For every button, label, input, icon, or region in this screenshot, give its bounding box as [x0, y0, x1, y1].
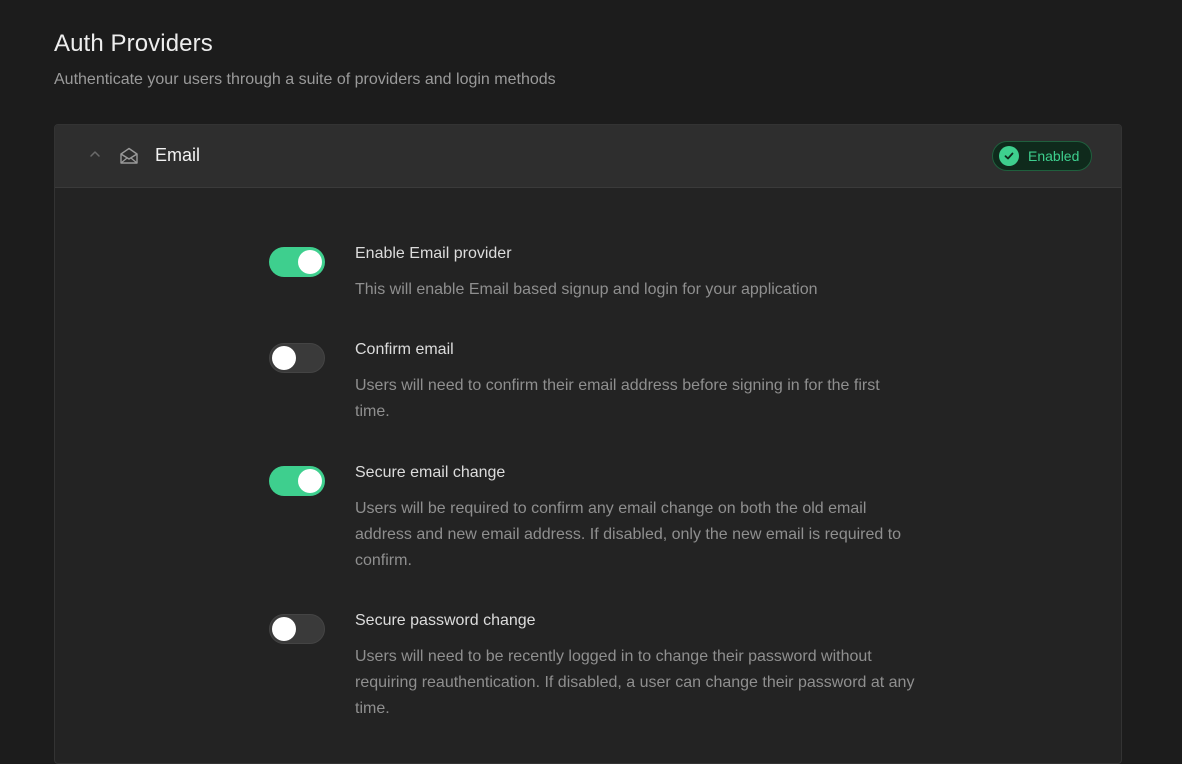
toggle-knob	[272, 617, 296, 641]
setting-description: Users will need to be recently logged in…	[355, 648, 915, 717]
status-badge: Enabled	[992, 141, 1093, 171]
mail-icon	[120, 147, 138, 164]
provider-name: Email	[155, 145, 201, 165]
enable-email-provider-toggle[interactable]	[269, 247, 325, 277]
setting-label: Enable Email provider	[355, 245, 512, 262]
toggle-knob	[272, 346, 296, 370]
setting-description: This will enable Email based signup and …	[355, 281, 818, 298]
secure-email-change-toggle[interactable]	[269, 466, 325, 496]
setting-description: Users will be required to confirm any em…	[355, 500, 902, 569]
chevron-up-icon[interactable]	[88, 147, 102, 161]
page-title: Auth Providers	[54, 30, 213, 57]
toggle-knob	[298, 469, 322, 493]
setting-description: Users will need to confirm their email a…	[355, 377, 880, 420]
check-circle-icon	[999, 146, 1019, 166]
secure-password-change-toggle[interactable]	[269, 614, 325, 644]
confirm-email-toggle[interactable]	[269, 343, 325, 373]
setting-label: Secure password change	[355, 612, 536, 629]
toggle-knob	[298, 250, 322, 274]
setting-label: Secure email change	[355, 464, 506, 481]
status-badge-label: Enabled	[1028, 148, 1080, 164]
setting-label: Confirm email	[355, 341, 454, 358]
page-subtitle: Authenticate your users through a suite …	[54, 71, 556, 88]
provider-header[interactable]: Email Enabled	[55, 125, 1121, 188]
email-provider-panel: Email Enabled Enable Email provider This…	[54, 124, 1122, 764]
